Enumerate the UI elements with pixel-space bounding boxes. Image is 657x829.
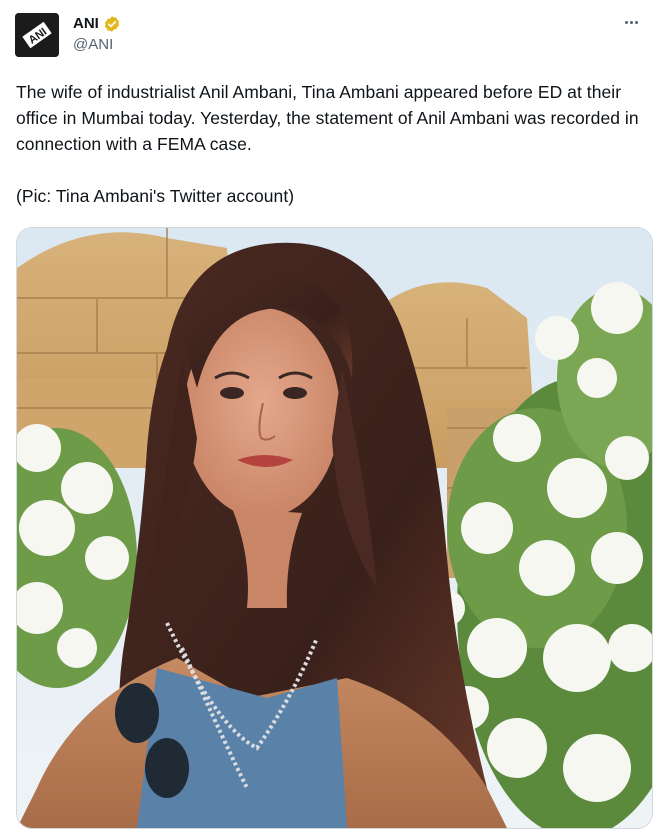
tweet-photo[interactable] <box>16 227 653 829</box>
ani-logo-icon: ANI <box>15 13 59 57</box>
author-name-row[interactable]: ANI <box>73 15 121 34</box>
author-handle[interactable]: @ANI <box>73 36 121 55</box>
tweet-text-paragraph-2: (Pic: Tina Ambani's Twitter account) <box>16 186 295 206</box>
tweet: ANI ANI @ANI The wife of industrialist A… <box>0 0 657 829</box>
avatar[interactable]: ANI <box>15 13 59 57</box>
tweet-text: The wife of industrialist Anil Ambani, T… <box>16 79 646 209</box>
tweet-header: ANI ANI @ANI <box>15 13 121 59</box>
author-name[interactable]: ANI <box>73 15 99 34</box>
verified-badge-icon[interactable] <box>103 15 121 33</box>
author-info: ANI @ANI <box>73 15 121 55</box>
portrait-photo-image <box>17 228 652 828</box>
tweet-text-paragraph-1: The wife of industrialist Anil Ambani, T… <box>16 82 639 154</box>
more-options-icon[interactable] <box>621 12 641 32</box>
